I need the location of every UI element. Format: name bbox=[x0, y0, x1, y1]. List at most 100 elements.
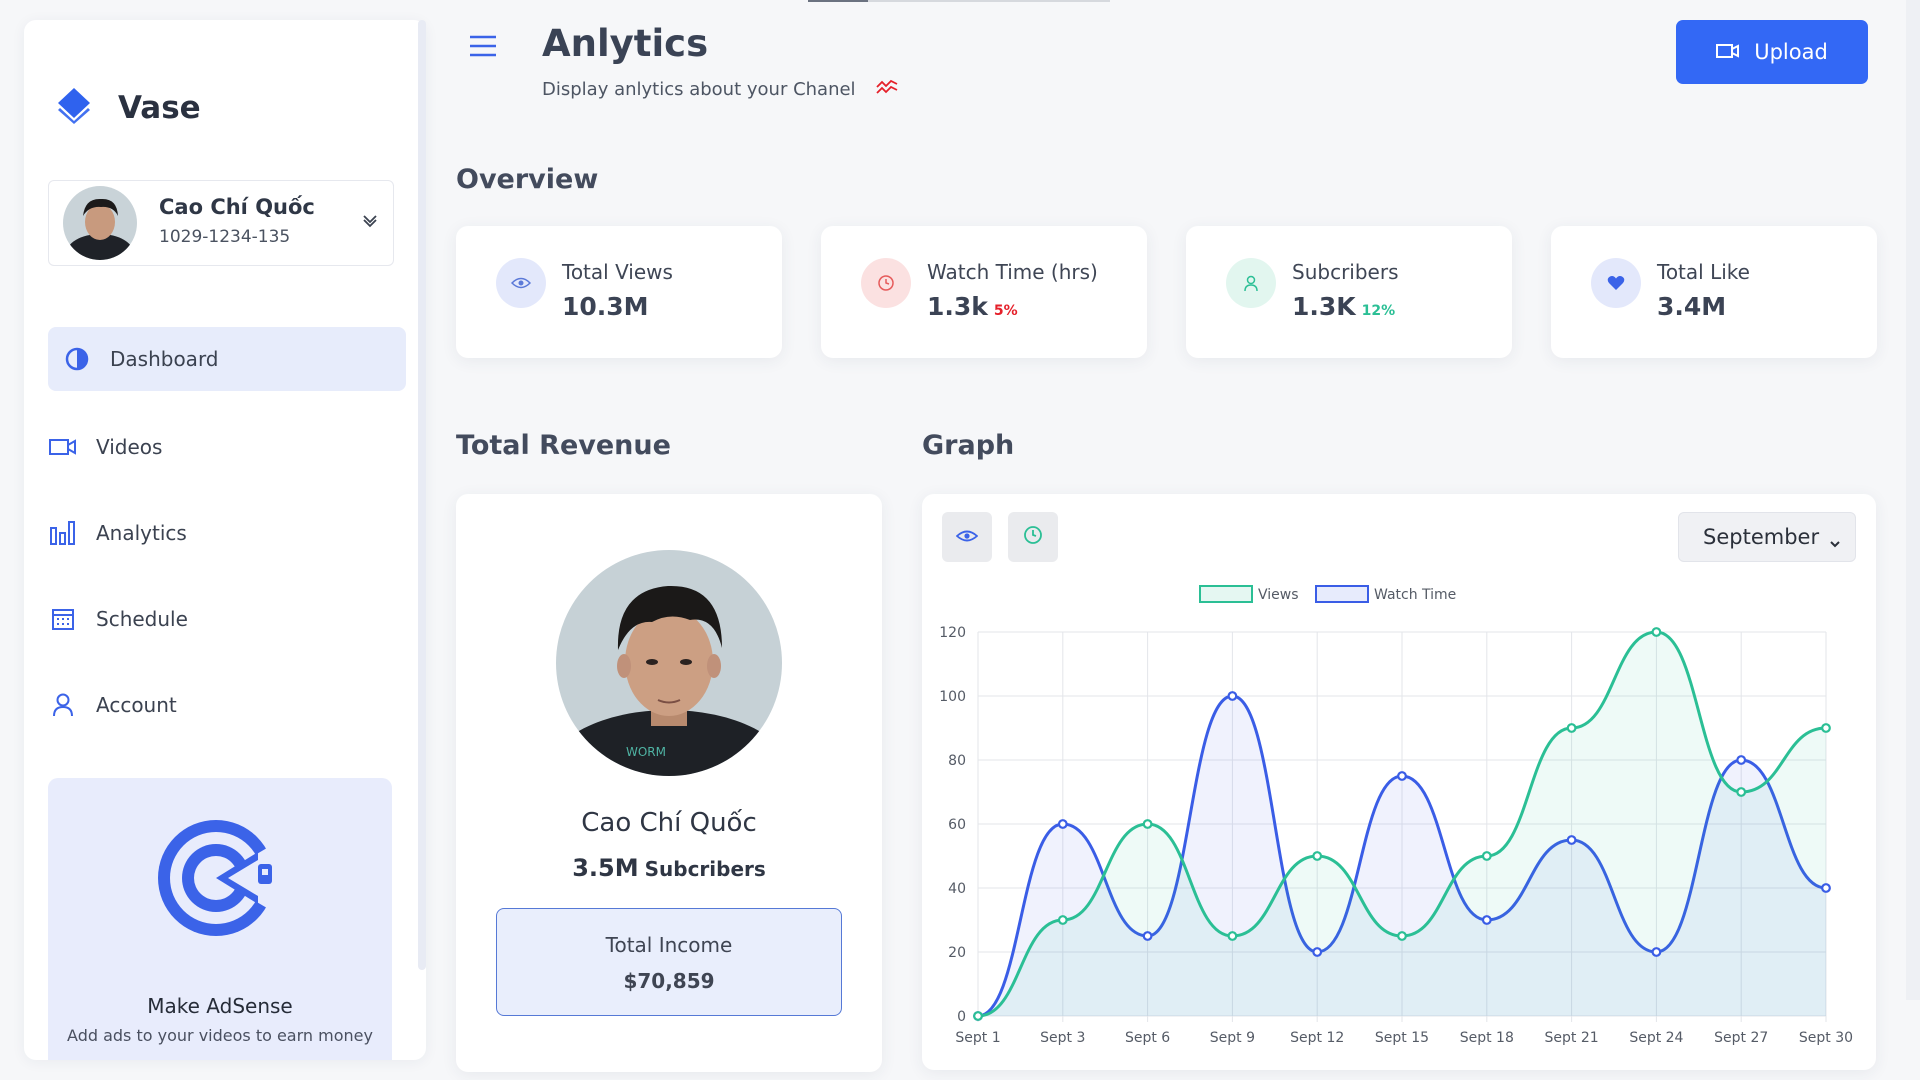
data-point-views bbox=[1821, 723, 1831, 733]
sidebar-item-label: Videos bbox=[96, 435, 163, 459]
legend-label-views: Views bbox=[1258, 587, 1299, 603]
revenue-subscribers: 3.5M Subcribers bbox=[572, 854, 766, 882]
x-tick-label: Sept 12 bbox=[1290, 1030, 1344, 1046]
data-point-views bbox=[1227, 931, 1238, 941]
graph-card: September 0 20 40 60 80 100 120 Sept 1 Sept 3 Sep… bbox=[922, 494, 1876, 1070]
stat-label: Subcribers bbox=[1292, 260, 1399, 284]
page-subtitle: Display anlytics about your Chanel bbox=[542, 79, 856, 100]
y-tick-label: 20 bbox=[948, 945, 966, 961]
stat-card-views[interactable]: Total Views 10.3M bbox=[456, 226, 782, 358]
overview-heading: Overview bbox=[456, 164, 599, 195]
sidebar-item-label: Analytics bbox=[96, 521, 187, 545]
sidebar-item-label: Dashboard bbox=[110, 347, 219, 371]
page-title: Anlytics bbox=[542, 22, 709, 65]
legend-swatch-views bbox=[1199, 585, 1253, 603]
revenue-name: Cao Chí Quốc bbox=[581, 808, 757, 838]
x-tick-label: Sept 18 bbox=[1460, 1030, 1514, 1046]
data-point-views bbox=[1397, 931, 1407, 941]
graph-heading: Graph bbox=[922, 430, 1015, 461]
data-point-watch-time bbox=[1821, 883, 1831, 893]
stat-label: Total Like bbox=[1657, 260, 1750, 284]
data-point-watch-time bbox=[1142, 931, 1153, 941]
profile-name: Cao Chí Quốc bbox=[159, 195, 315, 219]
data-point-watch-time bbox=[1651, 947, 1662, 957]
stat-change: 12% bbox=[1361, 303, 1396, 319]
brand-name: Vase bbox=[118, 90, 201, 126]
stat-card-likes[interactable]: Total Like 3.4M bbox=[1551, 226, 1877, 358]
svg-text:WORM: WORM bbox=[626, 745, 666, 759]
sidebar: Vase Cao Chí Quốc 1029-1234-135 Dashboar… bbox=[24, 20, 426, 1060]
y-tick-label: 80 bbox=[948, 753, 966, 769]
y-tick-label: 120 bbox=[939, 625, 966, 641]
sidebar-item-label: Account bbox=[96, 693, 177, 717]
sidebar-item-videos[interactable]: Videos bbox=[48, 415, 392, 479]
y-tick-label: 60 bbox=[948, 817, 966, 833]
data-point-views bbox=[1651, 627, 1662, 637]
x-tick-label: Sept 9 bbox=[1210, 1030, 1255, 1046]
stat-value: 3.4M bbox=[1657, 292, 1727, 321]
page-scrollbar[interactable] bbox=[1906, 0, 1920, 1000]
stat-label: Total Views bbox=[562, 260, 673, 284]
profile-switcher[interactable]: Cao Chí Quốc 1029-1234-135 bbox=[48, 180, 394, 266]
data-point-watch-time bbox=[1397, 771, 1407, 781]
adsense-promo: Make AdSense Add ads to your videos to e… bbox=[48, 778, 392, 1060]
income-label: Total Income bbox=[605, 933, 733, 957]
sidebar-item-dashboard[interactable]: Dashboard bbox=[48, 327, 406, 391]
stat-change: 5% bbox=[993, 303, 1018, 319]
contrast-icon bbox=[62, 344, 92, 374]
y-tick-label: 40 bbox=[948, 881, 966, 897]
top-tab-indicator bbox=[808, 0, 868, 2]
stat-card-subscribers[interactable]: Subcribers 1.3K 12% bbox=[1186, 226, 1512, 358]
menu-icon[interactable] bbox=[468, 34, 498, 62]
user-icon bbox=[48, 690, 78, 720]
x-tick-label: Sept 27 bbox=[1714, 1030, 1768, 1046]
revenue-heading: Total Revenue bbox=[456, 430, 671, 461]
eye-icon bbox=[496, 258, 546, 308]
avatar bbox=[63, 186, 137, 260]
stat-value: 1.3k 5% bbox=[927, 292, 1018, 321]
stat-card-watch-time[interactable]: Watch Time (hrs) 1.3k 5% bbox=[821, 226, 1147, 358]
data-point-watch-time bbox=[1481, 915, 1492, 925]
data-point-views bbox=[973, 1011, 983, 1021]
sidebar-item-schedule[interactable]: Schedule bbox=[48, 587, 392, 651]
trend-icon bbox=[876, 78, 898, 100]
video-icon bbox=[1716, 40, 1740, 64]
revenue-card: WORM Cao Chí Quốc 3.5M Subcribers Total I… bbox=[456, 494, 882, 1072]
x-tick-label: Sept 15 bbox=[1375, 1030, 1429, 1046]
x-tick-label: Sept 24 bbox=[1629, 1030, 1683, 1046]
sidebar-item-label: Schedule bbox=[96, 607, 188, 631]
y-tick-label: 0 bbox=[957, 1009, 966, 1025]
stat-value: 10.3M bbox=[562, 292, 649, 321]
x-tick-label: Sept 6 bbox=[1125, 1030, 1170, 1046]
legend-label-watch-time: Watch Time bbox=[1374, 587, 1456, 603]
profile-id: 1029-1234-135 bbox=[159, 227, 291, 247]
video-icon bbox=[48, 432, 78, 462]
data-point-views bbox=[1736, 787, 1747, 797]
data-point-views bbox=[1481, 851, 1492, 861]
data-point-watch-time bbox=[1057, 819, 1068, 829]
data-point-watch-time bbox=[1566, 835, 1577, 845]
clock-icon bbox=[861, 258, 911, 308]
sidebar-item-analytics[interactable]: Analytics bbox=[48, 501, 392, 565]
x-tick-label: Sept 1 bbox=[955, 1030, 1000, 1046]
data-point-watch-time bbox=[1227, 691, 1238, 701]
avatar: WORM bbox=[556, 550, 782, 776]
legend-swatch-watch-time bbox=[1315, 585, 1369, 603]
data-point-watch-time bbox=[1736, 755, 1747, 765]
sidebar-scrollbar[interactable] bbox=[418, 20, 426, 970]
income-box: Total Income $70,859 bbox=[496, 908, 842, 1016]
brand[interactable]: Vase bbox=[54, 86, 201, 130]
chevron-down-icon[interactable] bbox=[361, 211, 379, 233]
data-point-watch-time bbox=[1312, 947, 1323, 957]
bar-chart-icon bbox=[48, 518, 78, 548]
sidebar-item-account[interactable]: Account bbox=[48, 673, 392, 737]
x-tick-label: Sept 30 bbox=[1799, 1030, 1853, 1046]
top-tab-track bbox=[868, 0, 1110, 2]
upload-button[interactable]: Upload bbox=[1676, 20, 1868, 84]
adsense-title: Make AdSense bbox=[147, 994, 293, 1018]
y-tick-label: 100 bbox=[939, 689, 966, 705]
line-chart: 0 20 40 60 80 100 120 Sept 1 Sept 3 Sept 6 Sept 9 S… bbox=[939, 585, 1853, 1046]
x-tick-label: Sept 3 bbox=[1040, 1030, 1085, 1046]
data-point-views bbox=[1142, 819, 1153, 829]
data-point-views bbox=[1312, 851, 1323, 861]
